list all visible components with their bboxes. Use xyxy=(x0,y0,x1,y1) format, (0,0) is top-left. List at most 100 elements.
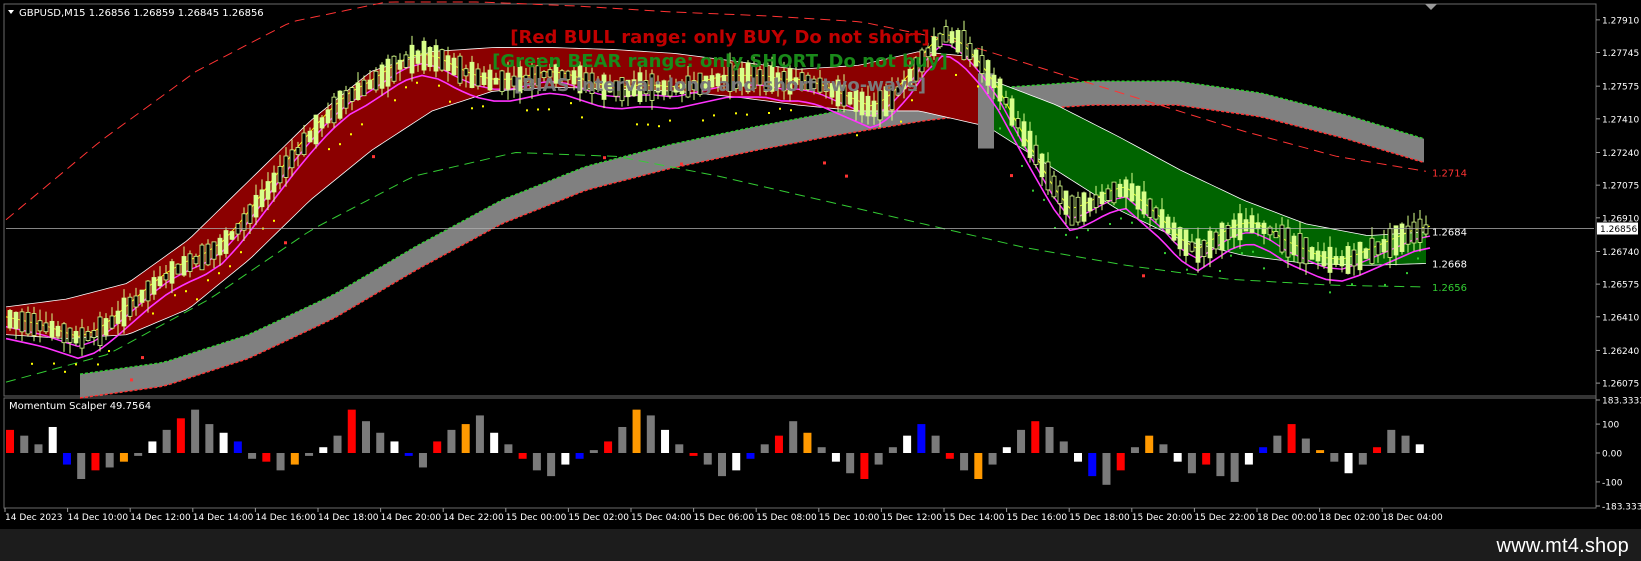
signal-dot xyxy=(328,148,330,151)
momentum-bar xyxy=(689,453,698,456)
candle-body xyxy=(1081,192,1087,222)
candle-body xyxy=(1051,175,1057,198)
momentum-axis-tick-label: -183.3333 xyxy=(1602,503,1641,513)
candle-body xyxy=(1291,235,1297,256)
candle-body xyxy=(1297,232,1303,264)
candle-body xyxy=(301,132,307,156)
signal-dot xyxy=(405,86,407,89)
signal-dot xyxy=(218,272,220,275)
momentum-bar xyxy=(1187,453,1196,474)
momentum-bar xyxy=(1088,453,1097,477)
symbol-info-text: GBPUSD,M15 1.26856 1.26859 1.26845 1.268… xyxy=(19,8,264,19)
momentum-bar xyxy=(1031,421,1040,453)
candle-body xyxy=(289,149,295,169)
candle-body xyxy=(373,70,379,91)
momentum-bar xyxy=(1145,435,1154,453)
signal-dot xyxy=(1109,222,1111,225)
candle-body xyxy=(55,325,61,337)
momentum-bar xyxy=(974,453,983,480)
candle-body xyxy=(1375,241,1381,256)
signal-dot xyxy=(856,134,858,137)
candle-body xyxy=(307,130,313,143)
momentum-bar xyxy=(618,426,627,453)
momentum-bar xyxy=(703,453,712,465)
time-axis-tick-label: 14 Dec 10:00 xyxy=(68,513,129,523)
momentum-bar xyxy=(846,453,855,474)
momentum-bar xyxy=(319,447,328,453)
candle-body xyxy=(1009,98,1015,126)
candle-body xyxy=(229,231,235,240)
signal-dot xyxy=(823,161,826,165)
candle-body xyxy=(367,79,373,90)
price-axis-tick-label: 1.26240 xyxy=(1602,347,1639,357)
candle-body xyxy=(37,320,43,332)
mt4-chart-window: 1.2714 1.2684 1.2668 1.2656 1.27910 1.27745 1… xyxy=(0,0,1641,561)
signal-dot xyxy=(1032,189,1034,192)
annotation-block: [Red BULL range: only BUY, Do not short]… xyxy=(492,27,948,96)
time-axis-tick-label: 14 Dec 2023 xyxy=(5,513,63,523)
candle-body xyxy=(97,316,103,347)
candle-body xyxy=(241,213,247,231)
momentum-bar xyxy=(532,453,541,471)
candle-body xyxy=(1057,185,1063,204)
momentum-bar xyxy=(504,444,513,453)
annotation-bull-range: [Red BULL range: only BUY, Do not short] xyxy=(510,27,929,48)
time-axis-tick-label: 15 Dec 22:00 xyxy=(1194,513,1255,523)
candle-body xyxy=(1201,239,1207,257)
signal-dot xyxy=(713,114,715,117)
candle-body xyxy=(133,295,139,308)
candle-body xyxy=(1123,179,1129,198)
candle-body xyxy=(487,69,493,91)
candle-body xyxy=(385,58,391,87)
candle-body xyxy=(469,61,475,88)
candle-body xyxy=(499,70,505,92)
signal-dot xyxy=(669,119,671,122)
candle-body xyxy=(1171,222,1177,241)
candle-body xyxy=(277,166,283,184)
candle-body xyxy=(337,90,343,119)
candle-body xyxy=(1345,246,1351,274)
signal-dot xyxy=(64,370,66,373)
momentum-bar xyxy=(817,447,826,453)
signal-dot xyxy=(185,290,187,293)
watermark-text: www.mt4.shop xyxy=(1496,535,1629,557)
candle-body xyxy=(1369,237,1375,265)
symbol-header[interactable]: GBPUSD,M15 1.26856 1.26859 1.26845 1.268… xyxy=(8,8,264,19)
momentum-bar xyxy=(675,444,684,453)
momentum-axis-tick-label: 0.00 xyxy=(1602,450,1622,460)
momentum-bar xyxy=(148,441,157,453)
signal-dot xyxy=(130,378,133,382)
candle-body xyxy=(79,327,85,349)
candle-body xyxy=(103,318,109,336)
candle-body xyxy=(187,253,193,272)
signal-dot xyxy=(911,99,913,102)
candle-body xyxy=(1393,225,1399,256)
candle-body xyxy=(1273,231,1279,239)
momentum-bar xyxy=(732,453,741,471)
momentum-bar xyxy=(461,424,470,453)
momentum-bar xyxy=(774,435,783,453)
signal-dot xyxy=(1230,254,1232,257)
candle-body xyxy=(109,315,115,329)
candle-body xyxy=(157,276,163,287)
signal-dot xyxy=(1263,267,1265,270)
momentum-bar xyxy=(77,453,86,480)
momentum-bar xyxy=(1273,435,1282,453)
candle-body xyxy=(43,322,49,333)
momentum-bar xyxy=(1159,444,1168,453)
momentum-bar xyxy=(305,453,314,456)
candle-body xyxy=(955,30,961,53)
chart-canvas[interactable]: 1.2714 1.2684 1.2668 1.2656 1.27910 1.27745 1… xyxy=(0,0,1641,529)
candle-body xyxy=(1183,229,1189,256)
momentum-bar xyxy=(433,441,442,453)
signal-dot xyxy=(416,81,418,84)
candle-body xyxy=(985,60,991,86)
momentum-bar xyxy=(1230,453,1239,482)
signal-dot xyxy=(339,143,341,146)
momentum-bar xyxy=(746,453,755,459)
candle-body xyxy=(205,243,211,266)
momentum-axis-tick-label: -100 xyxy=(1602,478,1623,488)
candle-body xyxy=(1315,250,1321,262)
momentum-bar xyxy=(604,441,613,453)
signal-dot xyxy=(647,123,649,126)
